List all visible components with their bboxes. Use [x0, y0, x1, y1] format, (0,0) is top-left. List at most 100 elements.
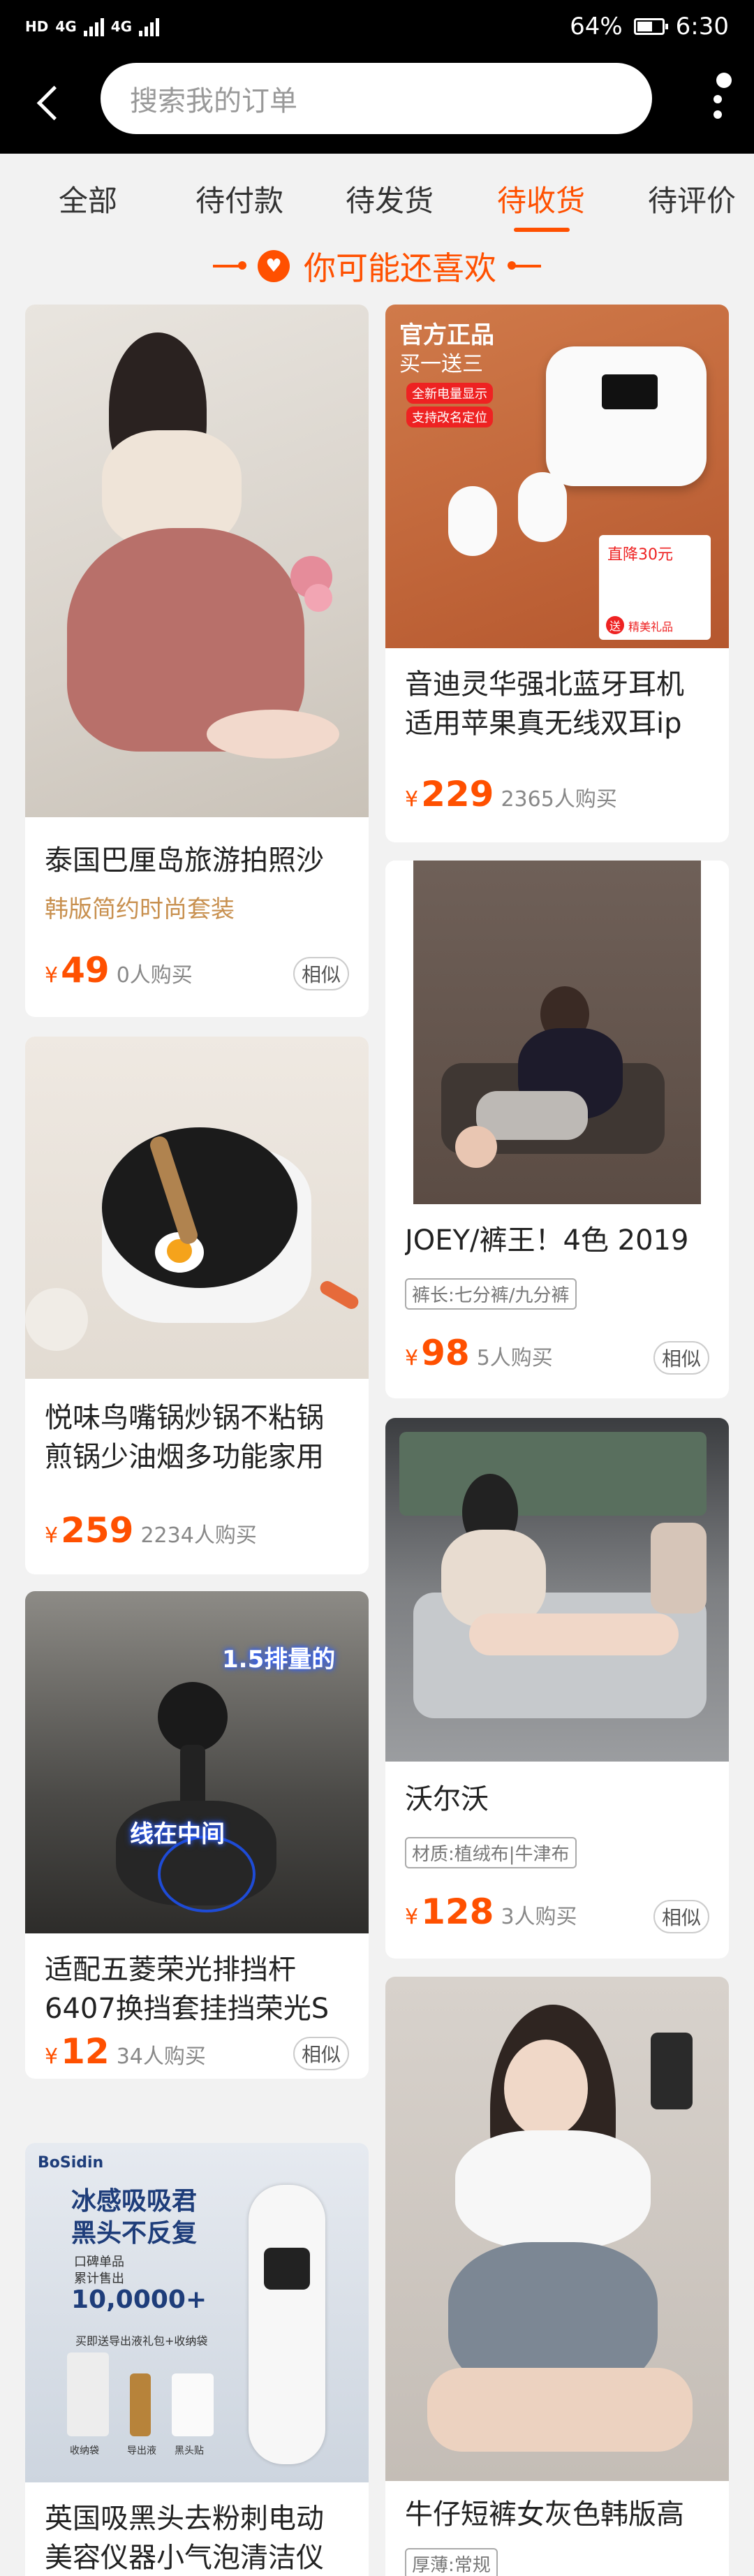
product-image: BoSidin 冰感吸吸君 黑头不反复 口碑单品 累计售出 10,0000+ 买…: [25, 2143, 369, 2482]
image-caption: 买一送三: [399, 352, 483, 376]
price-value: 12: [61, 2031, 110, 2072]
price-value: 229: [421, 774, 494, 814]
sold-count: 2234人购买: [140, 1523, 257, 1548]
network-indicators: HD 4G 4G: [25, 17, 160, 36]
battery-percent: 64%: [570, 13, 623, 41]
product-title: JOEY/裤王！4色 2019秋: [405, 1224, 689, 1257]
brand-logo: BoSidin: [38, 2154, 104, 2172]
similar-button[interactable]: 相似: [653, 1900, 709, 1933]
product-title: 适配五菱荣光排挡杆6407换挡套挂挡荣光S变: [45, 1954, 330, 2025]
product-card[interactable]: 官方正品 买一送三 全新电量显示 支持改名定位 直降30元 送 精美礼品 音迪灵…: [385, 305, 729, 842]
battery-level: [637, 22, 653, 31]
product-price: ¥128 3人购买: [405, 1891, 577, 1932]
product-card[interactable]: JOEY/裤王！4色 2019秋 裤长:七分裤/九分裤 ¥98 5人购买 相似: [385, 861, 729, 1398]
image-badge: 精美礼品: [628, 620, 674, 634]
sold-count: 2365人购买: [501, 787, 617, 812]
image-caption: 口碑单品: [74, 2255, 124, 2269]
battery-icon: [633, 18, 668, 35]
product-tag: 材质:植绒布|牛津布: [405, 1837, 577, 1868]
product-subtitle: 韩版简约时尚套装: [45, 895, 235, 923]
signal-icon: [83, 17, 104, 36]
product-image: [385, 1418, 729, 1762]
product-title: 悦味鸟嘴锅炒锅不粘锅煎锅少油烟多功能家用: [45, 1402, 324, 1473]
decor-line: [508, 261, 541, 270]
product-image: [385, 1977, 729, 2481]
status-bar: HD 4G 4G 64% 6:30: [0, 0, 754, 53]
hd-label: HD: [25, 18, 49, 35]
image-caption: 导出液: [127, 2445, 156, 2457]
network-4g-label-2: 4G: [110, 18, 133, 35]
price-value: 49: [61, 950, 110, 990]
product-title: 泰国巴厘岛旅游拍照沙: [45, 844, 324, 877]
more-dot: [714, 95, 722, 103]
tab-all[interactable]: 全部: [59, 177, 117, 220]
order-tabs: 全部 待付款 待发货 待收货 待评价: [0, 154, 754, 237]
image-caption: 买即送导出液礼包+收纳袋: [75, 2334, 208, 2348]
product-price: ¥229 2365人购买: [405, 774, 617, 814]
recommend-header: ♥ 你可能还喜欢: [0, 236, 754, 296]
product-title: 音迪灵华强北蓝牙耳机适用苹果真无线双耳ip: [405, 668, 684, 740]
sold-count: 0人购买: [116, 963, 193, 988]
product-image: [385, 861, 729, 1204]
product-card[interactable]: 悦味鸟嘴锅炒锅不粘锅煎锅少油烟多功能家用 ¥259 2234人购买: [25, 1037, 369, 1574]
network-4g-label: 4G: [55, 18, 77, 35]
image-caption: 10,0000+: [71, 2285, 207, 2314]
product-card[interactable]: BoSidin 冰感吸吸君 黑头不反复 口碑单品 累计售出 10,0000+ 买…: [25, 2143, 369, 2576]
sold-count: 5人购买: [476, 1346, 553, 1370]
more-menu-icon[interactable]: [698, 67, 733, 130]
product-card[interactable]: 沃尔沃 材质:植绒布|牛津布 ¥128 3人购买 相似: [385, 1418, 729, 1959]
recommend-title: 你可能还喜欢: [304, 249, 496, 287]
tab-pending-receipt[interactable]: 待收货: [497, 177, 585, 220]
image-caption: 官方正品: [399, 321, 494, 349]
image-badge: 直降30元: [607, 546, 673, 564]
image-badge: 支持改名定位: [406, 407, 493, 427]
image-caption: 冰感吸吸君: [71, 2187, 198, 2216]
product-card[interactable]: 泰国巴厘岛旅游拍照沙 韩版简约时尚套装 ¥49 0人购买 相似: [25, 305, 369, 1017]
product-title: 英国吸黑头去粉刺电动美容仪器小气泡清洁仪: [45, 2503, 324, 2574]
price-value: 98: [421, 1333, 470, 1373]
product-tag: 裤长:七分裤/九分裤: [405, 1278, 577, 1310]
product-price: ¥12 34人购买: [45, 2031, 206, 2072]
image-caption: 累计售出: [74, 2271, 124, 2286]
image-badge: 全新电量显示: [406, 383, 493, 404]
price-value: 259: [61, 1510, 134, 1551]
product-image: [25, 1037, 369, 1379]
image-caption: 线在中间: [130, 1820, 225, 1848]
product-image: 官方正品 买一送三 全新电量显示 支持改名定位 直降30元 送 精美礼品: [385, 305, 729, 648]
product-tag: 厚薄:常规: [405, 2548, 498, 2576]
image-caption: 黑头贴: [175, 2445, 204, 2457]
tab-pending-review[interactable]: 待评价: [648, 177, 736, 220]
image-badge: 送: [606, 616, 624, 634]
sold-count: 34人购买: [116, 2044, 206, 2069]
decor-line: [213, 261, 246, 270]
product-title: 牛仔短裤女灰色韩版高: [405, 2498, 684, 2531]
product-price: ¥259 2234人购买: [45, 1510, 257, 1551]
image-caption: 1.5排量的: [222, 1646, 336, 1674]
product-card[interactable]: 1.5排量的 线在中间 适配五菱荣光排挡杆6407换挡套挂挡荣光S变 ¥12 3…: [25, 1591, 369, 2079]
price-value: 128: [421, 1891, 494, 1932]
product-image: [25, 305, 369, 817]
image-caption: 收纳袋: [70, 2445, 99, 2457]
active-tab-indicator: [514, 228, 570, 232]
tab-pending-payment[interactable]: 待付款: [195, 177, 283, 220]
heart-icon: ♥: [258, 250, 290, 282]
back-arrow-icon[interactable]: [31, 74, 73, 130]
more-dot: [716, 73, 732, 88]
order-search-input[interactable]: 搜索我的订单: [101, 63, 652, 134]
product-title: 沃尔沃: [405, 1783, 489, 1815]
tab-pending-shipment[interactable]: 待发货: [346, 177, 434, 220]
clock: 6:30: [675, 13, 729, 41]
signal-icon-2: [139, 17, 160, 36]
similar-button[interactable]: 相似: [293, 957, 349, 990]
more-dot: [714, 110, 722, 119]
similar-button[interactable]: 相似: [293, 2037, 349, 2070]
image-caption: 黑头不反复: [71, 2219, 198, 2248]
search-placeholder: 搜索我的订单: [130, 85, 297, 117]
search-header: 搜索我的订单: [0, 53, 754, 154]
product-card[interactable]: 牛仔短裤女灰色韩版高 厚薄:常规: [385, 1977, 729, 2576]
product-price: ¥49 0人购买: [45, 950, 193, 990]
similar-button[interactable]: 相似: [653, 1341, 709, 1375]
sold-count: 3人购买: [501, 1905, 577, 1929]
product-image: 1.5排量的 线在中间: [25, 1591, 369, 1933]
product-price: ¥98 5人购买: [405, 1333, 553, 1373]
